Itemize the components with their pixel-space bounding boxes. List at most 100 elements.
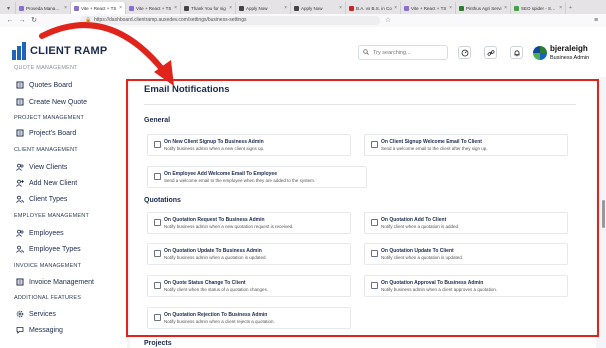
browser-tab[interactable]: SEO spider - Scre × [511,2,566,14]
sidebar-item-label: View Clients [29,163,68,171]
favicon-icon [294,5,299,11]
board-icon [16,81,24,89]
user-types-icon [16,195,24,203]
logo-text: CLIENT RAMP [30,45,108,57]
sidebar-item-quotes-board[interactable]: Quotes Board [16,79,72,91]
top-header: Try searching... bjeraleigh Business Adm… [122,27,606,77]
close-icon[interactable]: × [504,5,507,11]
reload-icon[interactable]: ↻ [30,17,38,25]
plus-icon: + [569,5,572,11]
browser-tab[interactable]: Thank You for sig × [181,2,236,14]
logo[interactable]: CLIENT RAMP [12,41,107,61]
url-field[interactable]: 🔒 https://dashboard.clientramp.auxedev.c… [80,16,380,25]
option-title: On Client Signup Welcome Email To Client [381,139,482,145]
checkbox[interactable] [154,282,161,289]
option-description: Send a welcome email to the client after… [381,146,488,151]
sidebar-item-client-types[interactable]: Client Types [16,193,67,205]
browser-tab[interactable]: Pinthus Agri Servi × [456,2,511,14]
sidebar-item-projects-board[interactable]: Project's Board [16,127,76,139]
favicon-icon [19,5,24,11]
sidebar-section-heading: ADDITIONAL FEATURES [14,295,82,301]
browser-tab[interactable]: B.A. vs B.S. in Co × [346,2,401,14]
option-title: On Quotation Rejection To Business Admin [164,312,268,318]
close-icon[interactable]: × [229,5,232,11]
close-icon[interactable]: × [174,5,177,11]
close-icon[interactable]: × [394,5,397,11]
checkbox[interactable] [154,173,161,180]
board-icon [16,278,24,286]
scrollbar-thumb[interactable] [602,200,605,228]
close-icon[interactable]: × [64,5,67,11]
browser-tab-active[interactable]: Vite + React + TS × [71,2,126,14]
notification-option[interactable]: On Quotation Add To Client Notify client… [364,212,568,234]
close-icon[interactable]: × [119,5,122,11]
link-button[interactable] [484,46,497,59]
user-name[interactable]: bjeraleigh [550,44,588,53]
favicon-icon [74,5,79,11]
favicon-icon [514,5,519,11]
sidebar-item-employees[interactable]: Employees [16,227,64,239]
option-description: Notify client when a quotation is update… [381,255,464,260]
option-description: Notify business admin when a new quotati… [164,224,294,229]
browser-tab[interactable]: Apply Now × [291,2,346,14]
checkbox[interactable] [154,219,161,226]
option-title: On New Client Signup To Business Admin [164,139,264,145]
checkbox[interactable] [154,141,161,148]
close-icon[interactable]: × [559,5,562,11]
option-title: On Employee Add Welcome Email To Employe… [164,171,277,177]
avatar[interactable] [533,46,547,60]
checkbox[interactable] [154,314,161,321]
sidebar-item-employee-types[interactable]: Employee Types [16,243,81,255]
dashboard-button[interactable] [458,46,471,59]
tab-list-button[interactable]: ▾ [4,2,16,14]
sidebar-section-heading: EMPLOYEE MANAGEMENT [14,213,90,219]
notification-option[interactable]: On New Client Signup To Business Admin N… [147,134,351,156]
browser-tab[interactable]: Vite + React + TS × [126,2,181,14]
notifications-button[interactable] [510,46,523,59]
notification-option[interactable]: On Client Signup Welcome Email To Client… [364,134,568,156]
browser-tab[interactable]: Vite + React + TS × [401,2,456,14]
close-icon[interactable]: × [339,5,342,11]
checkbox[interactable] [154,250,161,257]
sidebar-item-create-new-quote[interactable]: Create New Quote [16,96,87,108]
browser-tab[interactable]: Proveda Managem × [16,2,71,14]
favicon-icon [349,5,354,11]
notification-option[interactable]: On Quote Status Change To Client Notify … [147,275,351,297]
notification-option[interactable]: On Employee Add Welcome Email To Employe… [147,166,367,188]
browser-tab[interactable]: Apply Now × [236,2,291,14]
forward-arrow-icon[interactable]: → [18,17,26,25]
sidebar-item-add-new-client[interactable]: Add New Client [16,177,77,189]
search-input[interactable]: Try searching... [358,45,448,60]
notification-option[interactable]: On Quotation Update To Business Admin No… [147,243,351,265]
url-text: https://dashboard.clientramp.auxedev.com… [94,17,247,23]
favicon-icon [129,5,134,11]
checkbox[interactable] [371,219,378,226]
sidebar-item-services[interactable]: Services [16,308,56,320]
option-description: Notify client when a quotation is added. [381,224,460,229]
sidebar-section-heading: CLIENT MANAGEMENT [14,147,78,153]
new-tab-button[interactable]: + [566,2,578,14]
notification-option[interactable]: On Quotation Rejection To Business Admin… [147,307,351,329]
close-icon[interactable]: × [284,5,287,11]
notification-option[interactable]: On Quotation Request To Business Admin N… [147,212,351,234]
gear-icon [16,310,24,318]
users-icon [16,229,24,237]
checkbox[interactable] [371,282,378,289]
sidebar-item-messaging[interactable]: Messaging [16,324,63,336]
sidebar-item-label: Project's Board [29,129,77,137]
close-icon[interactable]: × [449,5,452,11]
menu-icon[interactable]: ≡ [592,17,600,25]
sidebar-item-invoice-management[interactable]: Invoice Management [16,276,94,288]
board-icon [16,129,24,137]
favicon-icon [404,5,409,11]
option-title: On Quotation Update To Business Admin [164,248,262,254]
checkbox[interactable] [371,250,378,257]
back-arrow-icon[interactable]: ← [6,17,14,25]
star-icon[interactable]: ☆ [384,17,392,25]
favicon-icon [239,5,244,11]
notification-option[interactable]: On Quotation Update To Client Notify cli… [364,243,568,265]
favicon-icon [459,5,464,11]
checkbox[interactable] [371,141,378,148]
notification-option[interactable]: On Quotation Approval To Business Admin … [364,275,568,297]
sidebar-item-view-clients[interactable]: View Clients [16,161,67,173]
